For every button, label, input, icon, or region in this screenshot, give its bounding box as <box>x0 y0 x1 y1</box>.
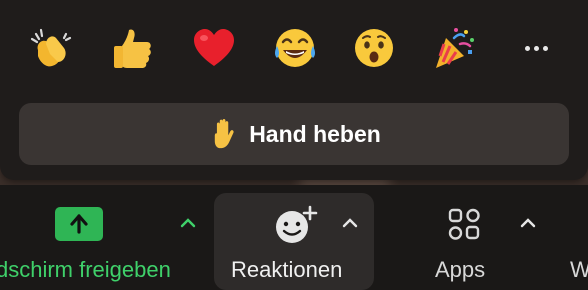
emoji-row <box>0 20 588 76</box>
next-toolbar-label[interactable]: W <box>570 257 588 283</box>
share-options-caret-icon[interactable] <box>178 213 198 233</box>
share-screen-label: dschirm freigeben <box>0 257 171 282</box>
clapping-hands-emoji[interactable] <box>24 20 80 76</box>
dot <box>533 45 539 51</box>
apps-options-caret-icon[interactable] <box>518 213 538 233</box>
share-screen-item[interactable]: dschirm freigeben <box>0 185 205 290</box>
surprised-face-icon <box>355 29 393 67</box>
raise-hand-button[interactable]: Hand heben <box>19 103 569 165</box>
arrow-up-icon <box>70 214 88 234</box>
red-heart-icon <box>194 29 234 66</box>
red-heart-emoji[interactable] <box>186 20 242 76</box>
share-screen-icon[interactable] <box>55 207 103 241</box>
apps-icon <box>448 208 480 240</box>
meeting-toolbar: dschirm freigeben Reaktionen Apps W <box>0 185 588 290</box>
raise-hand-label: Hand heben <box>249 120 381 147</box>
apps-item[interactable]: Apps <box>420 185 540 290</box>
surprised-face-emoji[interactable] <box>346 20 402 76</box>
tears-of-joy-emoji[interactable] <box>267 20 323 76</box>
thumbs-up-emoji[interactable] <box>105 20 161 76</box>
dot <box>524 45 530 51</box>
reactions-options-caret-icon[interactable] <box>340 213 360 233</box>
add-reaction-icon[interactable] <box>274 205 318 245</box>
thumbs-up-icon <box>114 29 151 68</box>
tears-of-joy-icon <box>275 29 315 67</box>
apps-label: Apps <box>435 257 486 282</box>
raised-hand-icon <box>214 118 234 149</box>
dot <box>542 45 548 51</box>
party-popper-icon <box>436 28 474 68</box>
more-emojis-button[interactable] <box>508 20 564 76</box>
party-popper-emoji[interactable] <box>426 20 482 76</box>
reactions-label: Reaktionen <box>231 257 343 282</box>
clapping-hands-icon <box>30 28 72 67</box>
reactions-popup: Hand heben <box>0 0 588 180</box>
